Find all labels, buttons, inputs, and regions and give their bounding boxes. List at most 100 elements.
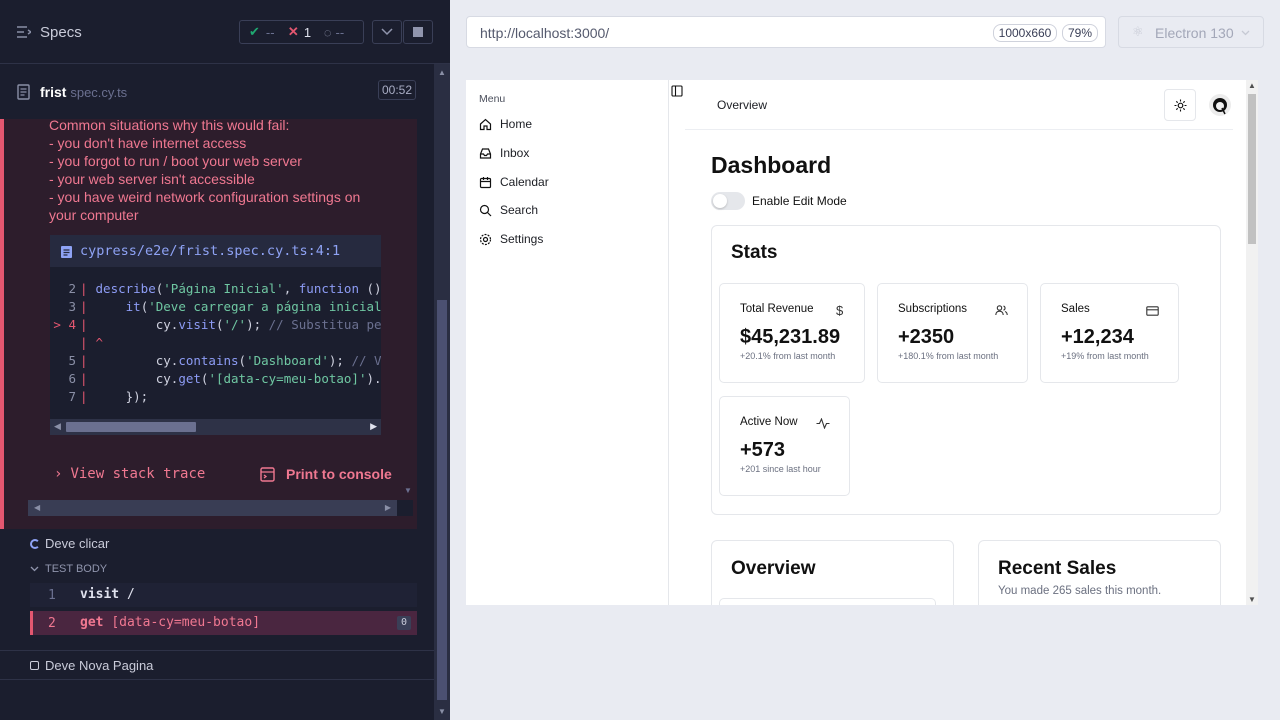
app-header: Overview	[685, 80, 1233, 130]
x-icon: ✕	[287, 24, 299, 39]
app-vertical-scrollbar[interactable]: ▲ ▼	[1246, 80, 1258, 605]
sidebar-item-calendar[interactable]: Calendar	[479, 171, 549, 193]
scroll-down-icon[interactable]: ▼	[1248, 595, 1256, 604]
sidebar-toggle-icon[interactable]	[671, 85, 683, 97]
electron-icon: ⚛	[1132, 24, 1144, 39]
card-title: Total Revenue	[740, 303, 814, 315]
line-number: > 4	[53, 317, 76, 332]
sidebar-item-label: Inbox	[500, 146, 530, 160]
command-number: 1	[48, 588, 56, 603]
gear-icon	[479, 233, 492, 245]
recent-sales-panel: Recent Sales You made 265 sales this mon…	[978, 540, 1221, 605]
scrollbar-thumb[interactable]	[1248, 94, 1256, 244]
error-caret: ^	[95, 335, 104, 350]
command-arg: [data-cy=meu-botao]	[111, 615, 261, 630]
command-arg: /	[126, 587, 135, 602]
test-item-pending[interactable]: Deve Nova Pagina	[30, 658, 153, 673]
scroll-up-icon[interactable]: ▲	[1248, 81, 1256, 90]
line-number-value: 4	[68, 317, 76, 332]
line-number: 6	[68, 371, 76, 386]
run-timer: 00:52	[378, 80, 416, 100]
overview-panel: Overview	[711, 540, 954, 605]
sidebar: Menu Home Inbox Calendar Search Settings	[466, 80, 669, 605]
calendar-icon	[479, 176, 492, 188]
scroll-left-icon[interactable]: ◀	[54, 421, 61, 432]
pending-count: --	[335, 24, 345, 40]
test-body-header[interactable]: TEST BODY	[30, 563, 107, 575]
spec-file-base: frist	[40, 84, 67, 100]
sidebar-item-search[interactable]: Search	[479, 199, 538, 221]
activity-icon	[816, 418, 830, 429]
sun-icon	[1174, 99, 1186, 111]
url-bar[interactable]: http://localhost:3000/ 1000x660 79%	[466, 16, 1106, 48]
test-item-running[interactable]: Deve clicar	[30, 536, 109, 551]
reporter-vertical-scrollbar[interactable]: ▲ ▼	[434, 64, 450, 720]
users-icon	[995, 305, 1008, 316]
line-number: 2	[68, 281, 76, 296]
error-line: - your web server isn't accessible	[49, 171, 255, 187]
scroll-left-icon[interactable]: ◀	[34, 503, 40, 512]
overview-title: Overview	[731, 558, 816, 579]
scroll-right-icon[interactable]: ▶	[370, 421, 377, 432]
app-frame: Menu Home Inbox Calendar Search Settings…	[466, 80, 1258, 605]
code-line: 2 | describe('Página Inicial', function ()…	[50, 281, 381, 299]
command-name: visit	[80, 587, 120, 602]
spec-filename: frist spec.cy.ts	[40, 84, 127, 100]
scrollbar-thumb[interactable]	[66, 422, 196, 432]
code-text: });	[95, 389, 149, 404]
stop-button[interactable]	[403, 20, 433, 44]
zoom-badge[interactable]: 79%	[1062, 24, 1098, 42]
sidebar-item-label: Search	[500, 203, 539, 217]
code-line: | ^	[80, 335, 104, 350]
theme-toggle-button[interactable]	[1164, 89, 1196, 121]
code-line: 7 | });	[50, 389, 148, 407]
view-stack-label: View stack trace	[70, 466, 206, 482]
error-horizontal-scrollbar[interactable]: ◀ ▶	[28, 500, 413, 516]
card-subtext: +180.1% from last month	[898, 351, 999, 361]
scrollbar-thumb[interactable]	[437, 300, 447, 700]
code-lines: 2 | describe('Página Inicial', function ()…	[50, 271, 381, 419]
card-title: Sales	[1061, 303, 1090, 315]
console-icon	[260, 467, 275, 482]
test-stats: ✔ -- ✕ 1 ◌ --	[239, 20, 364, 44]
scroll-up-icon[interactable]: ▲	[438, 68, 446, 77]
sidebar-item-label: Calendar	[500, 175, 549, 189]
card-subtext: +19% from last month	[1061, 351, 1149, 361]
command-row-failed[interactable]: 2 get [data-cy=meu-botao] 0	[30, 611, 417, 635]
browser-selector[interactable]: ⚛ Electron 130	[1118, 16, 1264, 48]
code-frame: cypress/e2e/frist.spec.cy.ts:4:1 2 | descr…	[50, 235, 381, 435]
command-row[interactable]: 1 visit /	[30, 583, 417, 607]
scroll-right-icon[interactable]: ▶	[385, 503, 391, 512]
view-stack-trace-button[interactable]: › View stack trace	[54, 466, 205, 482]
card-title: Subscriptions	[898, 303, 968, 315]
avatar[interactable]	[1209, 94, 1231, 116]
test-title: Deve Nova Pagina	[45, 658, 154, 673]
chevron-down-icon[interactable]	[372, 20, 402, 44]
print-to-console-label: Print to console	[286, 466, 392, 482]
code-line: 3| it('Deve carregar a página inicial', …	[50, 299, 381, 317]
home-icon	[479, 118, 492, 130]
inbox-icon	[479, 147, 492, 159]
edit-mode-toggle[interactable]	[711, 192, 745, 210]
sidebar-item-home[interactable]: Home	[479, 113, 532, 135]
chevron-down-icon	[1241, 30, 1250, 36]
error-line: - you don't have internet access	[49, 135, 247, 151]
chevron-right-icon: ›	[54, 466, 63, 482]
scroll-down-icon[interactable]: ▼	[438, 707, 446, 716]
sidebar-item-inbox[interactable]: Inbox	[479, 142, 529, 164]
credit-card-icon	[1146, 306, 1159, 316]
code-line: 6| cy.get('[data-cy=meu-botao]').click()…	[50, 371, 381, 389]
specs-list-icon[interactable]	[17, 26, 31, 38]
cypress-reporter: Specs ✔ -- ✕ 1 ◌ -- frist spec.cy.ts 00:…	[0, 0, 450, 720]
sidebar-item-settings[interactable]: Settings	[479, 228, 543, 250]
specs-title[interactable]: Specs	[40, 24, 82, 41]
print-to-console-button[interactable]: Print to console	[260, 466, 392, 482]
passed-count: --	[265, 24, 275, 40]
page-title: Dashboard	[711, 152, 832, 178]
code-horizontal-scrollbar[interactable]: ◀ ▶	[50, 419, 381, 435]
viewport-badge[interactable]: 1000x660	[993, 24, 1057, 42]
scroll-down-icon[interactable]: ▼	[404, 486, 412, 495]
code-frame-file-link[interactable]: cypress/e2e/frist.spec.cy.ts:4:1	[50, 235, 381, 267]
stat-card-active: Active Now +573 +201 since last hour	[719, 396, 850, 496]
sidebar-item-label: Home	[500, 117, 533, 131]
